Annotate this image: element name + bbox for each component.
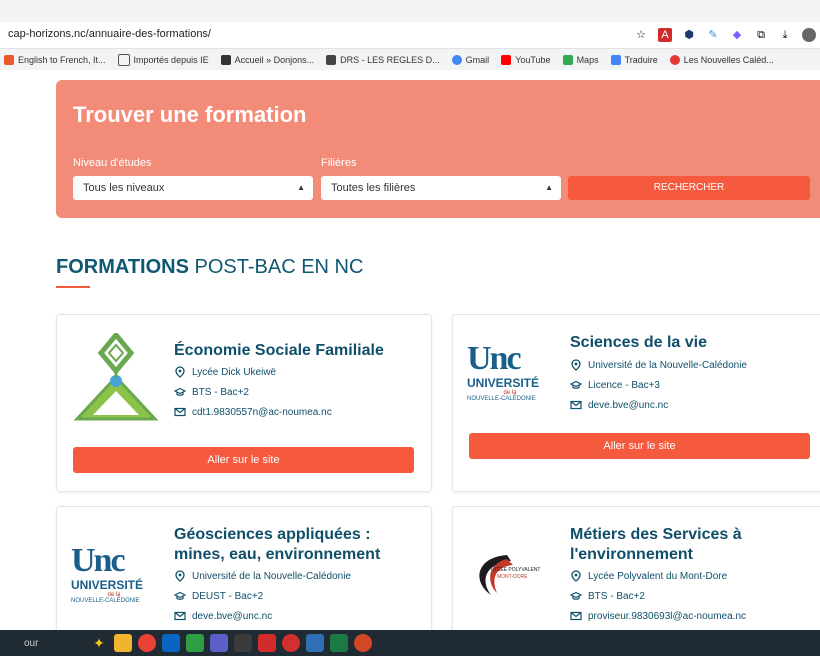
taskbar-search-text[interactable]: our: [24, 638, 38, 649]
level-label: Niveau d'études: [73, 157, 152, 169]
puzzle-icon[interactable]: ⧉: [754, 28, 768, 42]
bookmark-gmail[interactable]: Gmail: [451, 55, 489, 65]
excel-icon[interactable]: [330, 634, 348, 652]
level-info: BTS - Bac+2: [570, 590, 645, 602]
visit-site-button[interactable]: Aller sur le site: [469, 433, 810, 459]
translate-icon: [610, 55, 621, 65]
envelope-icon: [174, 611, 186, 621]
file-explorer-icon[interactable]: [114, 634, 132, 652]
bookmark-importes-ie[interactable]: Importés depuis IE: [117, 54, 209, 66]
email-info[interactable]: deve.bve@unc.nc: [174, 610, 272, 622]
email-info[interactable]: deve.bve@unc.nc: [570, 399, 668, 411]
page-content: Trouver une formation Niveau d'études Fi…: [0, 70, 820, 638]
level-select[interactable]: Tous les niveaux ▲: [73, 176, 313, 200]
bookmark-maps[interactable]: Maps: [562, 55, 599, 65]
select-arrows-icon: ▲: [545, 183, 553, 192]
toolbar-icons: ☆ A ⬢ ✎ ◆ ⧉ ⤓: [634, 26, 820, 44]
envelope-icon: [570, 400, 582, 410]
lycee-mont-dore-logo: LYCÉE POLYVALENT MONT-DORE: [467, 551, 555, 601]
search-title: Trouver une formation: [73, 102, 307, 127]
location-pin-icon: [175, 570, 185, 582]
unc-logo: Unc UNIVERSITÉ de la NOUVELLE-CALÉDONIE: [71, 542, 144, 605]
filiere-select[interactable]: Toutes les filières ▲: [321, 176, 561, 200]
email-info[interactable]: cdt1.9830557n@ac-noumea.nc: [174, 406, 332, 418]
dragon-icon: [220, 55, 231, 65]
graduation-cap-icon: [174, 591, 186, 600]
school-info: Université de la Nouvelle-Calédonie: [174, 570, 351, 582]
search-button[interactable]: RECHERCHER: [568, 176, 810, 200]
formation-card: Unc UNIVERSITÉ de la NOUVELLE-CALÉDONIE …: [452, 314, 820, 492]
browser-chrome: cap-horizons.nc/annuaire-des-formations/…: [0, 0, 820, 70]
folder-icon: [117, 54, 130, 66]
card-title: Économie Sociale Familiale: [174, 342, 384, 359]
search-panel: Trouver une formation Niveau d'études Fi…: [56, 80, 820, 218]
location-pin-icon: [175, 366, 185, 378]
windows-taskbar: our ✦: [0, 630, 820, 656]
shield-extension-icon[interactable]: ⬢: [682, 28, 696, 42]
visit-site-button[interactable]: Aller sur le site: [73, 447, 414, 473]
calculator-icon[interactable]: [234, 634, 252, 652]
bird-app-icon[interactable]: [282, 634, 300, 652]
news-icon: [669, 55, 680, 65]
graduation-cap-icon: [174, 387, 186, 396]
level-info: Licence - Bac+3: [570, 379, 660, 391]
envelope-icon: [570, 611, 582, 621]
google-icon: [451, 55, 462, 65]
calculator-blue-icon[interactable]: [306, 634, 324, 652]
powerpoint-icon[interactable]: [354, 634, 372, 652]
location-pin-icon: [571, 570, 581, 582]
level-info: DEUST - Bac+2: [174, 590, 263, 602]
maps-icon: [562, 55, 573, 65]
school-info: Université de la Nouvelle-Calédonie: [570, 359, 747, 371]
school-info: Lycée Dick Ukeiwë: [174, 366, 276, 378]
card-title: Sciences de la vie: [570, 334, 707, 351]
email-info[interactable]: proviseur.9830693l@ac-noumea.nc: [570, 610, 746, 622]
formation-card: Unc UNIVERSITÉ de la NOUVELLE-CALÉDONIE …: [56, 506, 432, 638]
select-arrows-icon: ▲: [297, 183, 305, 192]
green-app-icon[interactable]: [186, 634, 204, 652]
bookmark-donjons[interactable]: Accueil » Donjons...: [220, 55, 314, 65]
school-info: Lycée Polyvalent du Mont-Dore: [570, 570, 727, 582]
graduation-cap-icon: [570, 591, 582, 600]
formation-card: Économie Sociale Familiale Lycée Dick Uk…: [56, 314, 432, 492]
url-text[interactable]: cap-horizons.nc/annuaire-des-formations/: [8, 28, 211, 40]
location-pin-icon: [571, 359, 581, 371]
bookmark-youtube[interactable]: YouTube: [501, 55, 551, 65]
pix-extension-icon[interactable]: ◆: [730, 28, 744, 42]
bookmark-english-french[interactable]: English to French, It...: [4, 55, 106, 65]
section-title: FORMATIONS POST-BAC EN NC: [56, 256, 364, 278]
outlook-icon[interactable]: [162, 634, 180, 652]
envelope-icon: [174, 407, 186, 417]
feather-extension-icon[interactable]: ✎: [706, 28, 720, 42]
card-title: Géosciences appliquées : mines, eau, env…: [174, 526, 381, 563]
filiere-label: Filières: [321, 157, 357, 169]
card-title: Métiers des Services à l'environnement: [570, 526, 742, 563]
bookmark-nouvelles-caledoniennes[interactable]: Les Nouvelles Caléd...: [669, 55, 774, 65]
lycee-dick-ukeiwe-logo: [73, 333, 159, 421]
drs-icon: [326, 55, 337, 65]
download-icon[interactable]: ⤓: [778, 28, 792, 42]
pdf-extension-icon[interactable]: A: [658, 28, 672, 42]
acrobat-icon[interactable]: [258, 634, 276, 652]
sparkle-icon[interactable]: ✦: [90, 634, 108, 652]
teams-icon[interactable]: [210, 634, 228, 652]
profile-avatar-icon[interactable]: [802, 28, 816, 42]
unc-logo: Unc UNIVERSITÉ de la NOUVELLE-CALÉDONIE: [467, 340, 540, 403]
bookmarks-bar: English to French, It... Importés depuis…: [0, 50, 820, 70]
taskbar-icons: ✦: [90, 634, 372, 652]
youtube-icon: [501, 55, 512, 65]
wr-icon: [4, 55, 14, 65]
star-icon[interactable]: ☆: [634, 28, 648, 42]
chrome-icon[interactable]: [138, 634, 156, 652]
graduation-cap-icon: [570, 380, 582, 389]
level-info: BTS - Bac+2: [174, 386, 249, 398]
formation-card: LYCÉE POLYVALENT MONT-DORE Métiers des S…: [452, 506, 820, 638]
address-bar[interactable]: cap-horizons.nc/annuaire-des-formations/…: [0, 22, 820, 49]
title-underline: [56, 286, 90, 288]
bookmark-traduire[interactable]: Traduire: [610, 55, 658, 65]
bookmark-drs[interactable]: DRS - LES REGLES D...: [326, 55, 440, 65]
